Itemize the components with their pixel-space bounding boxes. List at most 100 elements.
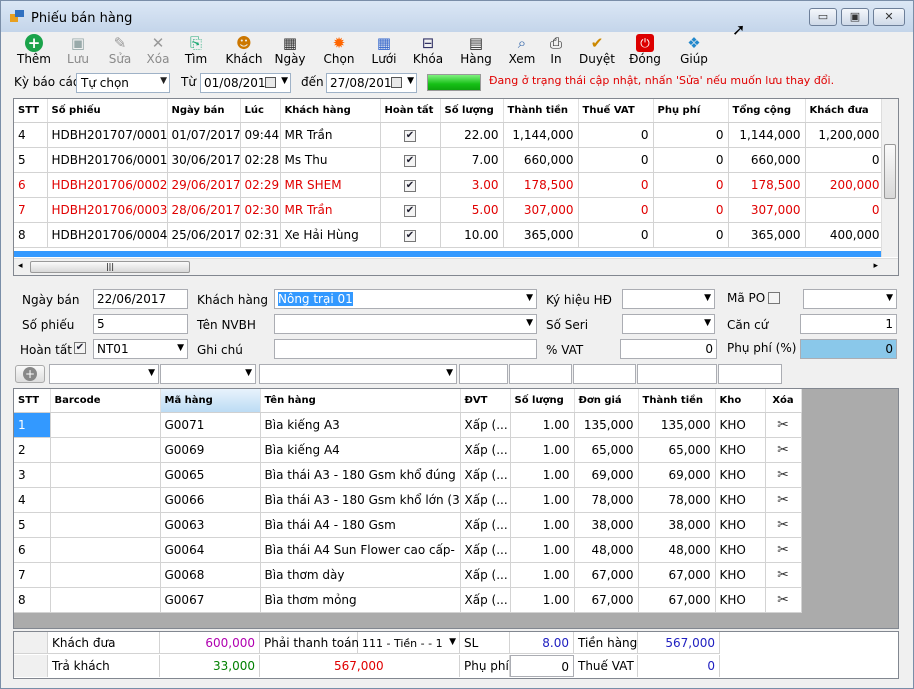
table-cell[interactable]: 3.00	[440, 172, 504, 198]
column-header[interactable]: STT	[14, 99, 48, 123]
scroll-thumb[interactable]: |||	[30, 261, 190, 273]
table-cell[interactable]: 28/06/2017	[167, 197, 241, 223]
toolbar-khach-button[interactable]: ☻ Khách	[223, 34, 265, 68]
table-cell[interactable]	[50, 512, 161, 538]
table-cell[interactable]: 200,000	[805, 172, 885, 198]
table-cell[interactable]: 7	[14, 197, 48, 223]
amount-filter[interactable]	[637, 364, 717, 384]
scroll-right-icon[interactable]: ▸	[873, 261, 878, 271]
table-cell[interactable]: ✔	[380, 122, 441, 148]
table-cell[interactable]: KHO	[715, 462, 766, 488]
chevron-down-icon[interactable]: ▼	[446, 368, 453, 378]
table-cell[interactable]: 2	[14, 437, 51, 463]
table-cell[interactable]: Bìa thái A3 - 180 Gsm khổ lớn (3...	[260, 487, 461, 513]
paid-value[interactable]: 600,000	[160, 632, 260, 654]
column-header[interactable]: Khách đưa	[805, 99, 885, 123]
table-cell[interactable]: ✂	[765, 512, 802, 538]
table-cell[interactable]: 1.00	[510, 537, 575, 563]
table-cell[interactable]: Bìa thơm mỏng	[260, 587, 461, 613]
table-cell[interactable]: 09:44	[240, 122, 281, 148]
chevron-down-icon[interactable]: ▼	[177, 343, 184, 353]
table-cell[interactable]: 02:28	[240, 147, 281, 173]
from-date[interactable]: 01/08/2016 ▼	[200, 73, 291, 93]
table-cell[interactable]: 22.00	[440, 122, 504, 148]
table-cell[interactable]: 65,000	[638, 437, 716, 463]
table-row[interactable]: 5 HDBH201706/0001 30/06/2017 02:28 Ms Thu ✔ 7.…	[14, 147, 885, 173]
table-cell[interactable]: 67,000	[574, 587, 639, 613]
table-cell[interactable]: 135,000	[638, 412, 716, 438]
table-cell[interactable]: HDBH201706/0003	[47, 197, 168, 223]
po-select[interactable]: ▼	[803, 289, 897, 309]
toolbar-luu-button[interactable]: ▣ Lưu	[63, 34, 93, 68]
table-cell[interactable]	[50, 462, 161, 488]
chevron-down-icon[interactable]: ▼	[704, 293, 711, 303]
calendar-icon[interactable]	[265, 77, 276, 88]
table-cell[interactable]: 0	[805, 197, 885, 223]
table-cell[interactable]: G0071	[160, 412, 261, 438]
table-cell[interactable]: G0063	[160, 512, 261, 538]
table-row[interactable]: 4 G0066 Bìa thái A3 - 180 Gsm khổ lớn (3..…	[14, 487, 802, 513]
column-header[interactable]: Thuế VAT	[578, 99, 654, 123]
table-cell[interactable]	[50, 537, 161, 563]
item-name-filter[interactable]: ▼	[259, 364, 457, 384]
table-cell[interactable]: 25/06/2017	[167, 222, 241, 248]
table-cell[interactable]: 1.00	[510, 462, 575, 488]
table-cell[interactable]: Xấp (...	[460, 462, 511, 488]
toolbar-luoi-button[interactable]: ▦ Lưới	[367, 34, 401, 68]
toolbar-sua-button[interactable]: ✎ Sửa	[105, 34, 135, 68]
table-cell[interactable]: 1,200,000	[805, 122, 885, 148]
table-cell[interactable]: 0	[653, 197, 729, 223]
toolbar-tim-button[interactable]: ⎘ Tìm	[181, 34, 211, 68]
column-header[interactable]: Tổng cộng	[728, 99, 806, 123]
table-cell[interactable]: 5	[14, 512, 51, 538]
table-cell[interactable]: 38,000	[574, 512, 639, 538]
column-header[interactable]: Đơn giá	[574, 389, 639, 413]
toolbar-chon-button[interactable]: ✹ Chọn	[321, 34, 357, 68]
add-row-button[interactable]: +	[15, 365, 45, 383]
completed-checkbox[interactable]: ✔	[74, 342, 86, 354]
customer-select[interactable]: Nông trại 01 ▼	[274, 289, 537, 309]
horizontal-scrollbar[interactable]: ◂ ||| ▸	[14, 258, 898, 275]
table-cell[interactable]: 02:30	[240, 197, 281, 223]
table-row[interactable]: 6 G0064 Bìa thái A4 Sun Flower cao cấp- ..…	[14, 537, 802, 563]
table-cell[interactable]: 69,000	[574, 462, 639, 488]
unit-filter[interactable]	[459, 364, 508, 384]
table-cell[interactable]: MR Trần	[280, 197, 381, 223]
vat-input[interactable]: 0	[620, 339, 717, 359]
table-cell[interactable]: 0	[578, 222, 654, 248]
selected-row-partial[interactable]	[14, 251, 884, 257]
maximize-button[interactable]: ▣	[841, 8, 869, 26]
table-cell[interactable]: 660,000	[728, 147, 806, 173]
delete-row-icon[interactable]: ✂	[777, 492, 789, 508]
table-cell[interactable]: 6	[14, 537, 51, 563]
table-cell[interactable]: 0	[578, 122, 654, 148]
table-cell[interactable]: 1.00	[510, 412, 575, 438]
table-cell[interactable]	[50, 487, 161, 513]
table-cell[interactable]: KHO	[715, 437, 766, 463]
price-filter[interactable]	[573, 364, 636, 384]
table-cell[interactable]: 67,000	[574, 562, 639, 588]
table-cell[interactable]: Xấp (...	[460, 537, 511, 563]
table-cell[interactable]: 38,000	[638, 512, 716, 538]
table-cell[interactable]: 0	[578, 172, 654, 198]
table-cell[interactable]: 7	[14, 562, 51, 588]
table-cell[interactable]: 5	[14, 147, 48, 173]
table-cell[interactable]: 78,000	[638, 487, 716, 513]
table-cell[interactable]: 65,000	[574, 437, 639, 463]
table-cell[interactable]: Xấp (...	[460, 412, 511, 438]
table-cell[interactable]: KHO	[715, 487, 766, 513]
table-row[interactable]: 8 HDBH201706/0004 25/06/2017 02:31 Xe Hải Hù…	[14, 222, 885, 248]
table-cell[interactable]: 178,500	[728, 172, 806, 198]
completed-checkbox[interactable]: ✔	[404, 180, 416, 192]
warehouse-select[interactable]: NT01 ▼	[93, 339, 188, 359]
table-cell[interactable]: KHO	[715, 587, 766, 613]
table-cell[interactable]: Xấp (...	[460, 587, 511, 613]
delete-row-icon[interactable]: ✂	[777, 417, 789, 433]
table-row[interactable]: 8 G0067 Bìa thơm mỏng Xấp (... 1.00 67,000 67,…	[14, 587, 802, 613]
table-cell[interactable]: 0	[805, 147, 885, 173]
table-cell[interactable]	[50, 437, 161, 463]
invoice-symbol-select[interactable]: ▼	[622, 289, 715, 309]
delete-row-icon[interactable]: ✂	[777, 517, 789, 533]
column-header[interactable]: STT	[14, 389, 51, 413]
calendar-icon[interactable]	[391, 77, 402, 88]
